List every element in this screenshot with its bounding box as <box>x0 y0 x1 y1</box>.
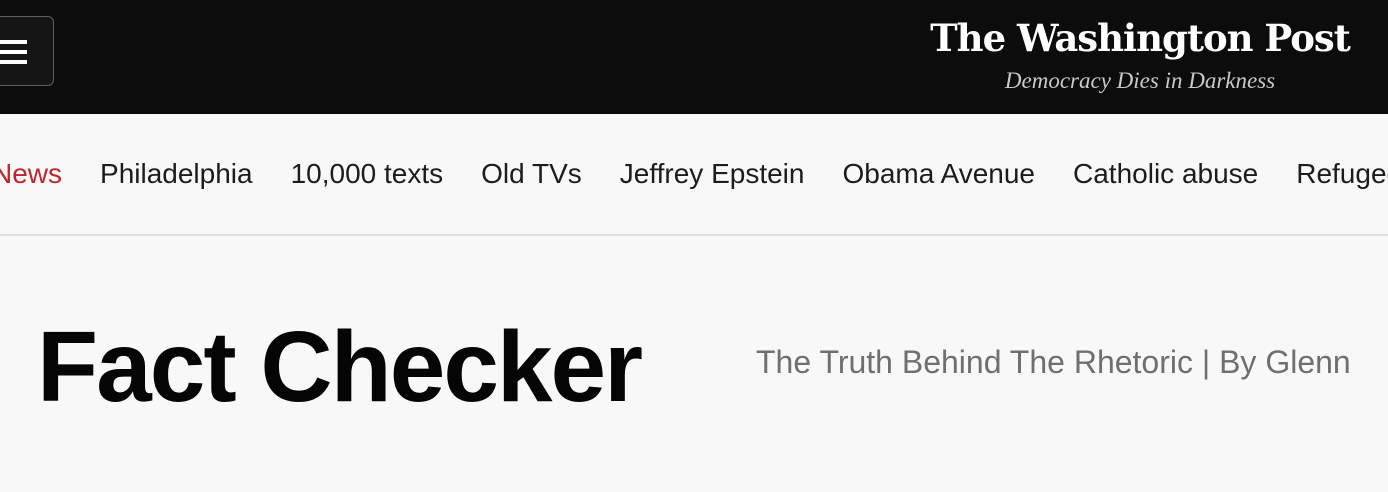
topic-nav-list: News Philadelphia 10,000 texts Old TVs J… <box>0 114 1388 234</box>
logo-name: The Washington Post <box>930 16 1351 60</box>
topic-nav: News Philadelphia 10,000 texts Old TVs J… <box>0 114 1388 236</box>
nav-item-old-tvs[interactable]: Old TVs <box>481 158 582 190</box>
nav-item-philadelphia[interactable]: Philadelphia <box>100 158 253 190</box>
nav-item-jeffrey-epstein[interactable]: Jeffrey Epstein <box>620 158 805 190</box>
nav-item-news[interactable]: News <box>0 158 62 190</box>
site-header: The Washington Post Democracy Dies in Da… <box>0 0 1388 114</box>
nav-item-catholic-abuse[interactable]: Catholic abuse <box>1073 158 1258 190</box>
site-logo[interactable]: The Washington Post Democracy Dies in Da… <box>930 8 1351 94</box>
menu-button[interactable] <box>0 16 54 86</box>
nav-item-obama-avenue[interactable]: Obama Avenue <box>842 158 1035 190</box>
nav-item-10000-texts[interactable]: 10,000 texts <box>291 158 444 190</box>
nav-item-refugee[interactable]: Refugee <box>1296 158 1388 190</box>
hamburger-menu-icon <box>0 40 27 64</box>
page-title: Fact Checker <box>37 311 643 423</box>
logo-tagline: Democracy Dies in Darkness <box>1004 68 1276 93</box>
page-subtitle: The Truth Behind The Rhetoric | By Glenn <box>756 344 1351 380</box>
